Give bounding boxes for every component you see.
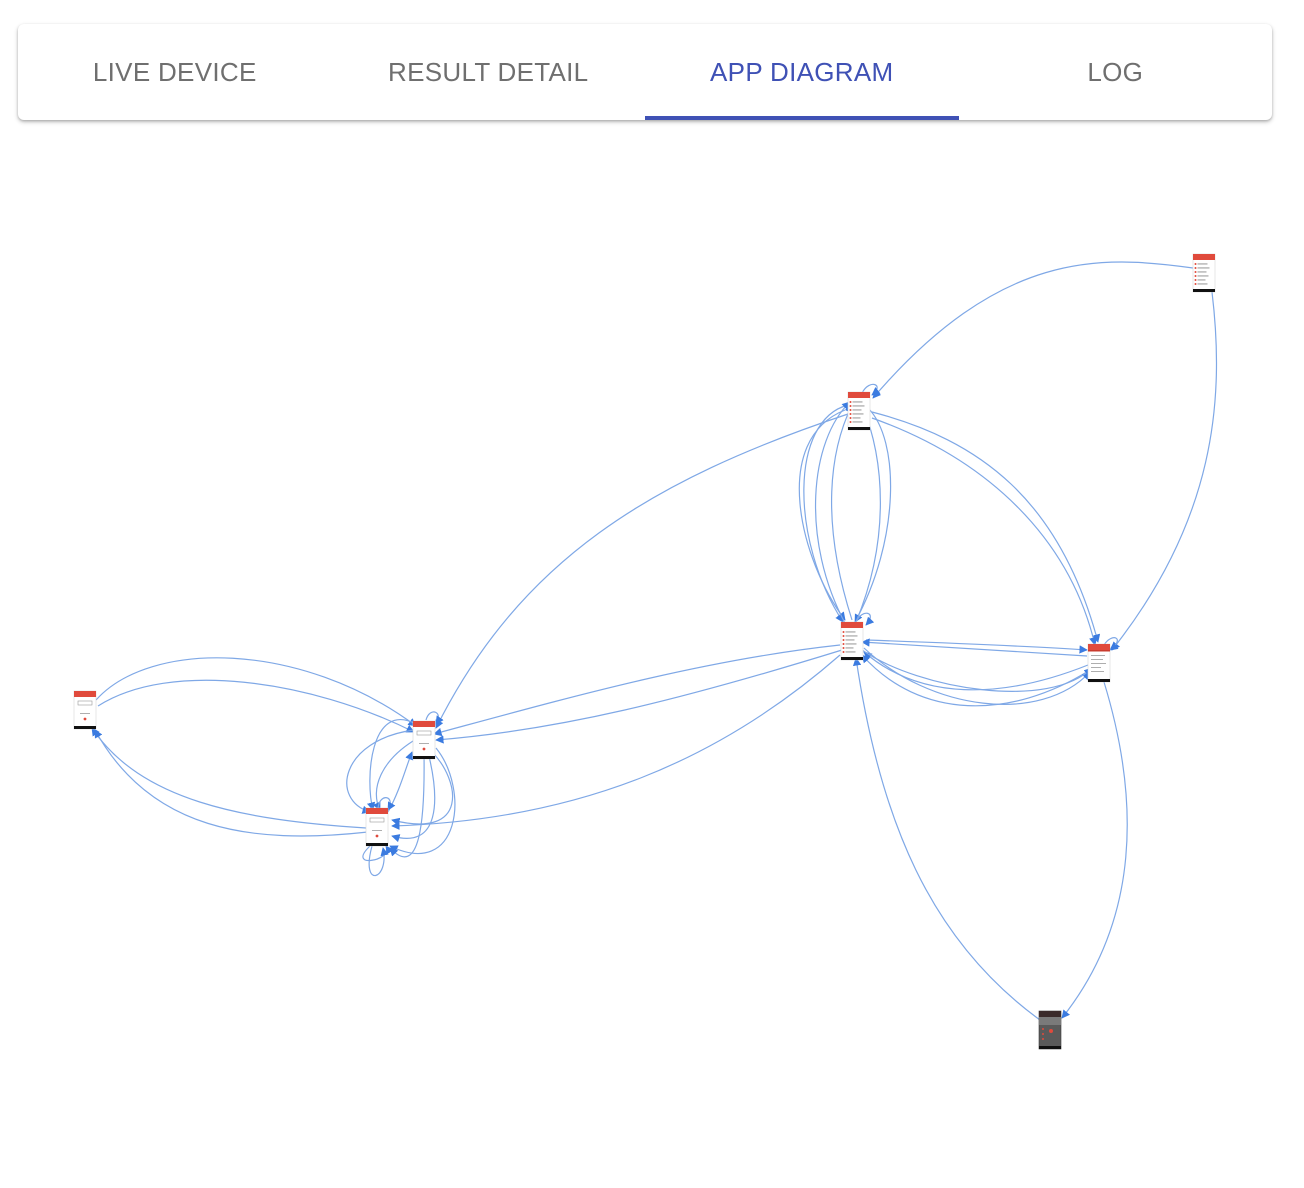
diagram-edge [97, 679, 415, 733]
active-tab-indicator [645, 116, 959, 120]
diagram-edge [872, 261, 1194, 399]
app-diagram-graph[interactable] [0, 140, 1304, 1188]
diagram-edge [91, 727, 367, 829]
diagram-edge [815, 401, 851, 626]
diagram-edge [863, 651, 1089, 691]
diagram-edge [803, 404, 849, 623]
diagram-edge [865, 639, 1088, 654]
diagram-edge [871, 411, 1101, 643]
diagram-edge [435, 649, 843, 744]
diagram-edge [433, 644, 841, 737]
tab-log[interactable]: LOG [959, 24, 1273, 120]
diagram-edge [1061, 681, 1128, 1019]
diagram-edge [855, 404, 881, 623]
diagram-edge [95, 657, 417, 727]
diagram-edge [389, 753, 425, 858]
screen-node-left-middle[interactable] [412, 720, 436, 760]
screen-node-top-right[interactable] [1192, 253, 1216, 293]
diagram-edge [391, 654, 841, 830]
tab-log-label: LOG [1087, 56, 1144, 87]
tab-app-diagram[interactable]: APP DIAGRAM [645, 24, 959, 120]
screen-node-bottom-dark[interactable] [1038, 1010, 1062, 1050]
tab-live-device[interactable]: LIVE DEVICE [18, 24, 332, 120]
tab-result-detail[interactable]: RESULT DETAIL [332, 24, 646, 120]
screen-node-left[interactable] [73, 690, 97, 730]
tab-bar: LIVE DEVICE RESULT DETAIL APP DIAGRAM LO… [18, 24, 1272, 120]
diagram-edge [435, 413, 849, 729]
diagram-edge [1111, 291, 1218, 651]
diagram-edge [94, 729, 369, 837]
diagram-edge [346, 729, 415, 814]
diagram-edge [861, 654, 1091, 707]
diagram-edge [387, 751, 414, 813]
screen-node-middle[interactable] [840, 621, 864, 661]
screen-node-right[interactable] [1087, 643, 1111, 683]
screen-node-left-lower[interactable] [365, 807, 389, 847]
screen-node-upper-middle[interactable] [847, 391, 871, 431]
diagram-edge [861, 649, 1093, 692]
diagram-edge [852, 657, 1041, 1021]
tab-live-device-label: LIVE DEVICE [92, 56, 257, 87]
diagram-edge [831, 404, 853, 621]
tab-app-diagram-label: APP DIAGRAM [710, 56, 894, 87]
tab-result-detail-label: RESULT DETAIL [388, 56, 589, 87]
app-diagram-canvas[interactable] [0, 140, 1304, 1188]
diagram-edge [871, 417, 1098, 646]
